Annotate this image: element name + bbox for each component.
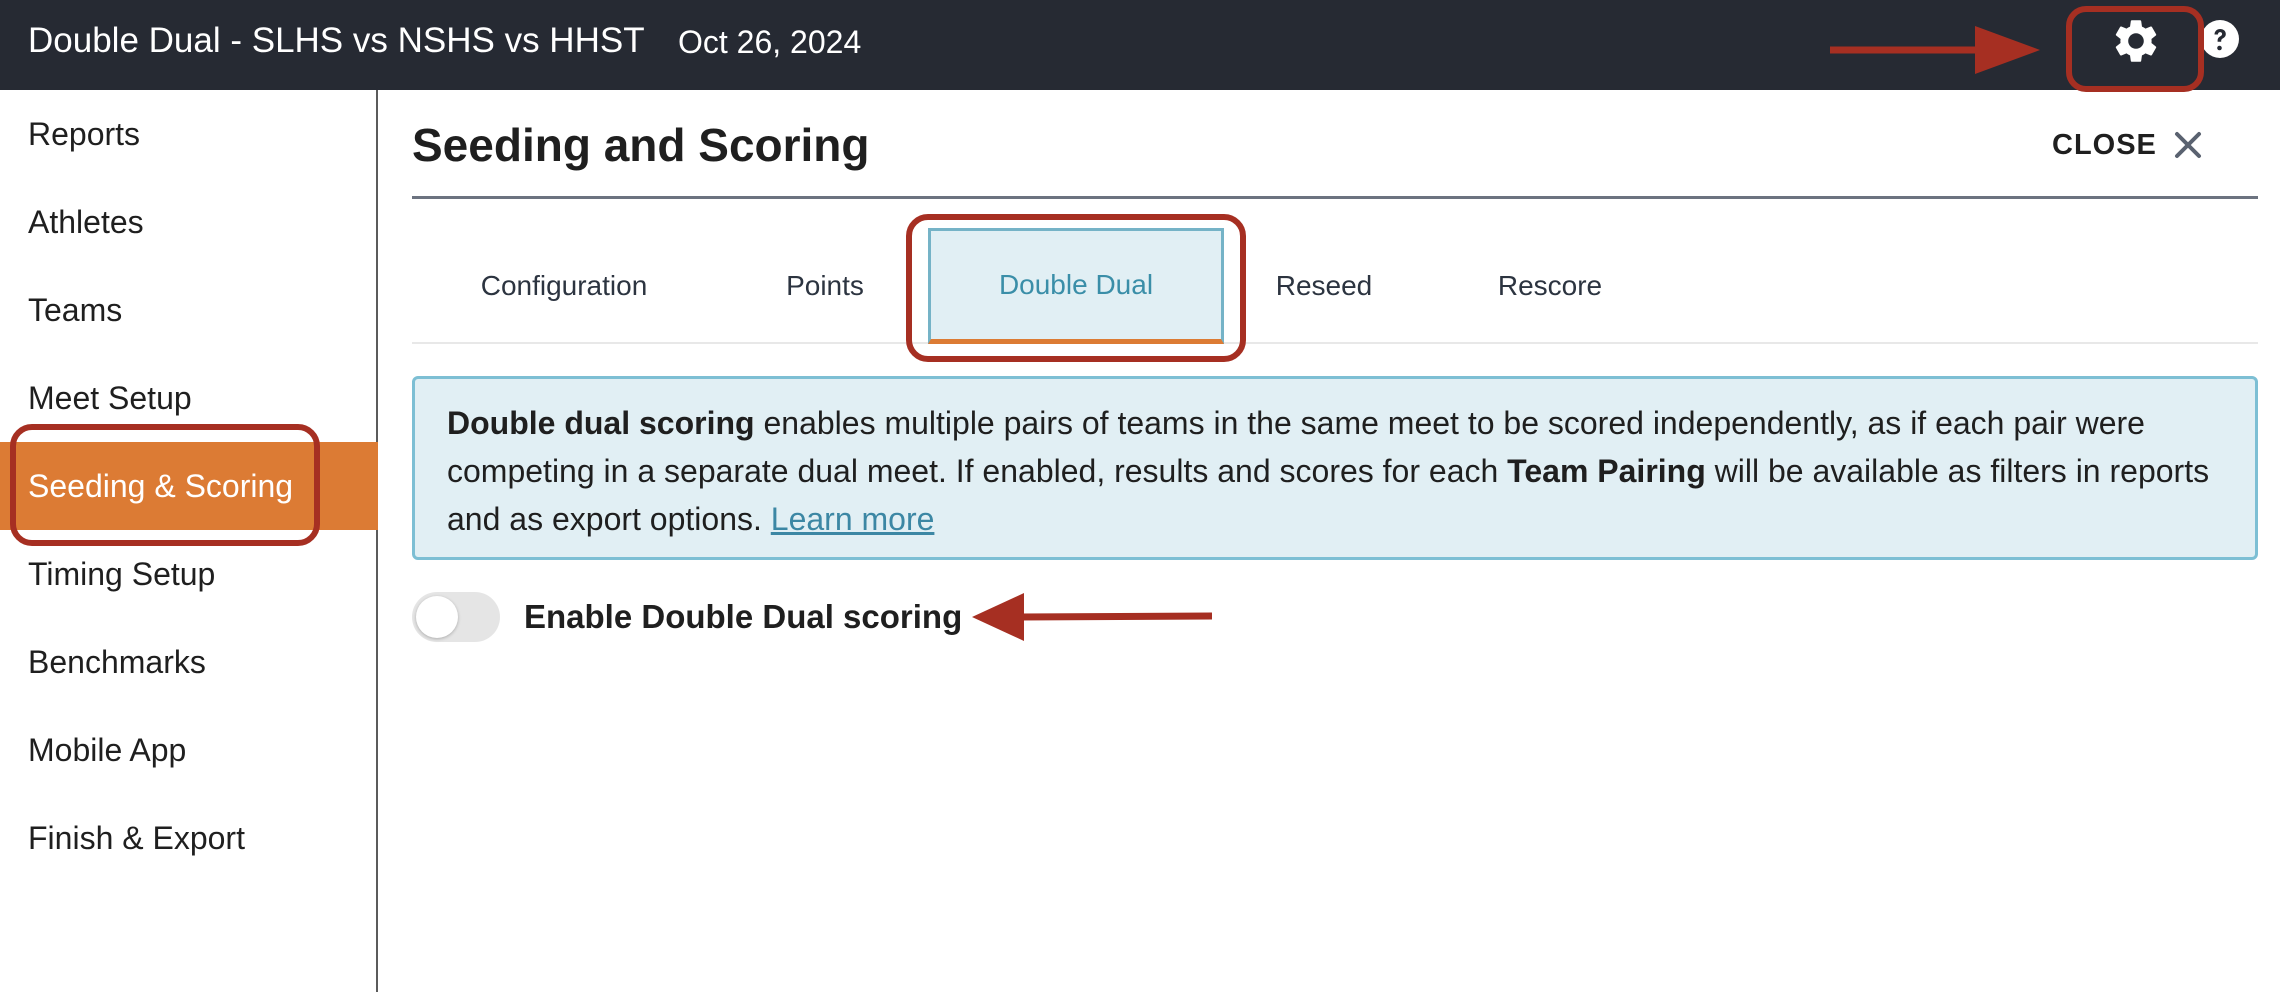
tab-reseed[interactable]: Reseed bbox=[1260, 228, 1388, 344]
info-term-double-dual: Double dual scoring bbox=[447, 405, 755, 441]
info-term-team-pairing: Team Pairing bbox=[1507, 453, 1706, 489]
toggle-knob bbox=[416, 596, 458, 638]
right-arrow-annotation-icon bbox=[1830, 26, 2040, 74]
sidebar-item-benchmarks[interactable]: Benchmarks bbox=[0, 618, 378, 706]
toggle-label: Enable Double Dual scoring bbox=[524, 598, 963, 635]
question-circle-icon[interactable] bbox=[2200, 19, 2240, 59]
info-box: Double dual scoring enables multiple pai… bbox=[412, 376, 2258, 560]
gear-highlight-box bbox=[2066, 6, 2204, 92]
sidebar-item-reports[interactable]: Reports bbox=[0, 90, 378, 178]
sidebar-item-finish-export[interactable]: Finish & Export bbox=[0, 794, 378, 882]
meet-title: Double Dual - SLHS vs NSHS vs HHST bbox=[28, 21, 645, 60]
tab-configuration[interactable]: Configuration bbox=[454, 228, 674, 344]
close-x-icon bbox=[2174, 132, 2201, 158]
tab-bar: Configuration Points Double Dual Reseed … bbox=[412, 228, 2258, 344]
panel-title: Seeding and Scoring bbox=[412, 119, 870, 171]
close-button[interactable]: CLOSE bbox=[2052, 122, 2203, 168]
sidebar-item-teams[interactable]: Teams bbox=[0, 266, 378, 354]
tab-points[interactable]: Points bbox=[754, 228, 896, 344]
tab-rescore[interactable]: Rescore bbox=[1476, 228, 1624, 344]
title-divider bbox=[412, 196, 2258, 199]
close-label: CLOSE bbox=[2052, 128, 2157, 161]
learn-more-link[interactable]: Learn more bbox=[771, 501, 935, 537]
sidebar-item-athletes[interactable]: Athletes bbox=[0, 178, 378, 266]
double-dual-toggle[interactable] bbox=[412, 592, 500, 642]
sidebar-item-mobile-app[interactable]: Mobile App bbox=[0, 706, 378, 794]
left-arrow-annotation-icon bbox=[972, 593, 1212, 641]
sidebar-highlight-box bbox=[10, 424, 320, 546]
meet-date: Oct 26, 2024 bbox=[678, 24, 862, 60]
tab-highlight-box bbox=[906, 214, 1246, 362]
